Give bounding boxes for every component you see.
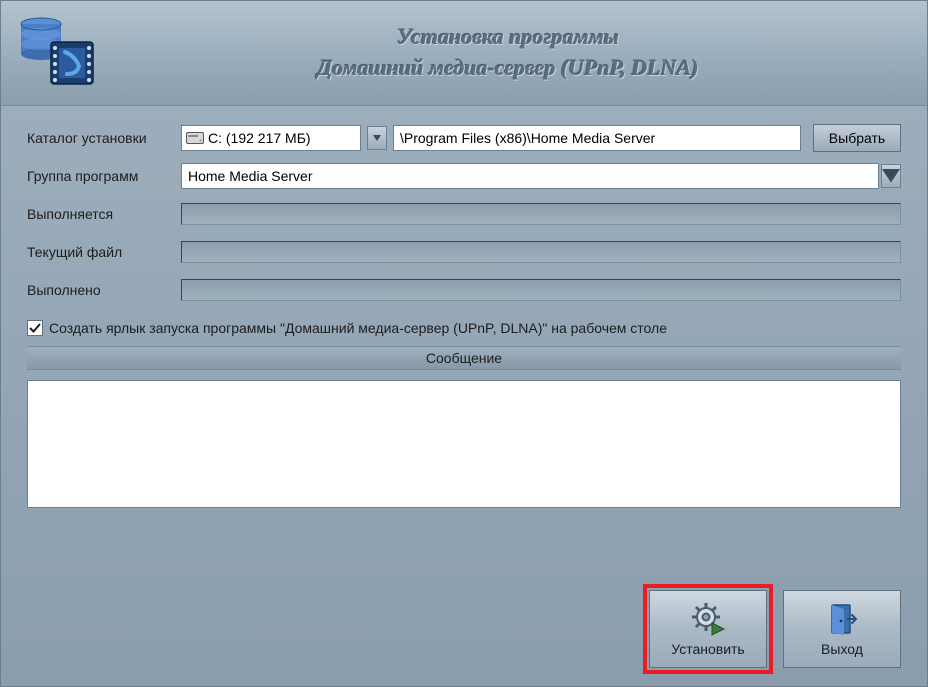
footer: Установить Выход	[1, 508, 927, 686]
install-path-input[interactable]	[393, 125, 801, 151]
label-install-dir: Каталог установки	[27, 130, 181, 146]
progress-current-file	[181, 241, 901, 263]
installer-window: Установка программы Домашний медиа-серве…	[0, 0, 928, 687]
message-header: Сообщение	[27, 346, 901, 370]
chevron-down-icon	[882, 169, 900, 183]
exit-button-label: Выход	[821, 641, 863, 657]
exit-button[interactable]: Выход	[783, 590, 901, 668]
drive-select[interactable]: C: (192 217 МБ)	[181, 125, 361, 151]
disk-icon	[186, 132, 204, 144]
gear-play-icon	[690, 601, 726, 637]
title-line-2: Домашний медиа-сервер (UPnP, DLNA)	[105, 53, 911, 84]
label-program-group: Группа программ	[27, 168, 181, 184]
drive-selected-text: C: (192 217 МБ)	[208, 130, 356, 146]
label-completed: Выполнено	[27, 282, 181, 298]
label-current-file: Текущий файл	[27, 244, 181, 260]
door-exit-icon	[824, 601, 860, 637]
install-button[interactable]: Установить	[649, 590, 767, 668]
install-button-label: Установить	[671, 641, 744, 657]
row-current-file: Текущий файл	[27, 238, 901, 266]
progress-completed	[181, 279, 901, 301]
browse-button[interactable]: Выбрать	[813, 124, 901, 152]
app-icon	[17, 16, 105, 91]
progress-in-progress	[181, 203, 901, 225]
row-completed: Выполнено	[27, 276, 901, 304]
group-dropdown-button[interactable]	[881, 164, 901, 188]
row-program-group: Группа программ	[27, 162, 901, 190]
row-install-dir: Каталог установки C: (192 217 МБ) Выбрат…	[27, 124, 901, 152]
desktop-shortcut-label: Создать ярлык запуска программы "Домашни…	[49, 320, 667, 336]
row-desktop-shortcut: Создать ярлык запуска программы "Домашни…	[27, 314, 901, 342]
title-line-1: Установка программы	[105, 22, 911, 53]
header: Установка программы Домашний медиа-серве…	[1, 1, 927, 106]
program-group-input[interactable]	[181, 163, 879, 189]
checkmark-icon	[29, 322, 41, 334]
row-in-progress: Выполняется	[27, 200, 901, 228]
main-form: Каталог установки C: (192 217 МБ) Выбрат…	[1, 106, 927, 380]
chevron-down-icon	[373, 135, 381, 141]
label-in-progress: Выполняется	[27, 206, 181, 222]
header-title: Установка программы Домашний медиа-серве…	[105, 22, 911, 84]
drive-dropdown-button[interactable]	[367, 126, 387, 150]
desktop-shortcut-checkbox[interactable]	[27, 320, 43, 336]
message-box	[27, 380, 901, 508]
film-icon	[47, 38, 97, 88]
